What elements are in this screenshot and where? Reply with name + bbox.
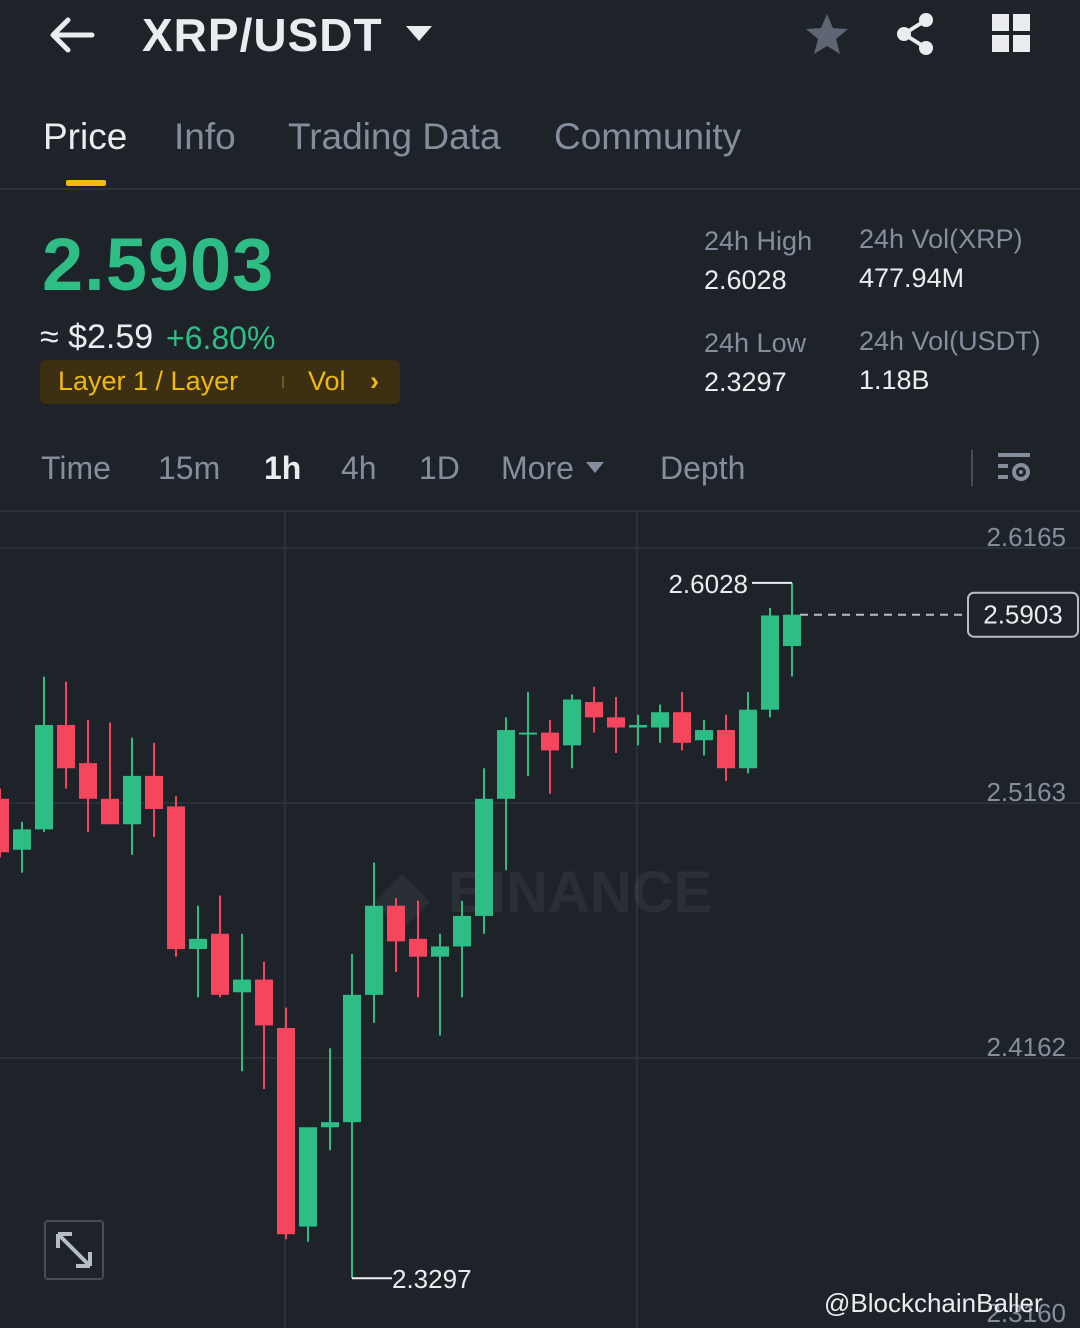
high-value: 2.6028 xyxy=(704,265,787,295)
candle xyxy=(607,717,625,728)
high-label: 24h High xyxy=(704,226,813,256)
interval-1h[interactable]: 1h xyxy=(264,450,301,487)
candle xyxy=(629,724,647,728)
candle xyxy=(409,938,427,957)
tag-vol: Vol xyxy=(308,366,346,396)
candle xyxy=(519,732,537,735)
low-marker-label: 2.3297 xyxy=(392,1264,472,1294)
interval-time[interactable]: Time xyxy=(41,450,111,487)
candle xyxy=(497,730,515,799)
tab-trading-data[interactable]: Trading Data xyxy=(288,116,501,158)
candle xyxy=(739,709,757,769)
low-label: 24h Low xyxy=(704,328,807,358)
candles xyxy=(0,582,801,1279)
interval-more[interactable]: More xyxy=(501,450,574,487)
candle xyxy=(255,979,273,1026)
tab-info[interactable]: Info xyxy=(174,116,236,158)
candle xyxy=(761,615,779,710)
candle xyxy=(541,732,559,751)
chart-settings-icon[interactable] xyxy=(996,450,1032,486)
caret-down-icon[interactable] xyxy=(406,26,432,41)
tag-label: Layer 1 / Layer xyxy=(58,366,239,396)
active-tab-indicator xyxy=(66,180,106,186)
low-value: 2.3297 xyxy=(704,367,787,397)
candle xyxy=(13,829,31,850)
candle xyxy=(35,724,53,830)
candle xyxy=(277,1027,295,1235)
candle xyxy=(453,915,471,947)
watermark-text: @BlockchainBaller xyxy=(824,1288,1043,1318)
vol-quote-label: 24h Vol(USDT) xyxy=(859,326,1041,356)
category-tag[interactable]: Layer 1 / Layer Vol › xyxy=(40,360,400,404)
candle xyxy=(365,905,383,995)
candle xyxy=(145,775,163,809)
interval-15m[interactable]: 15m xyxy=(158,450,220,487)
price-axis: 2.61652.51632.41622.3160 xyxy=(986,522,1066,1328)
y-tick-label: 2.6165 xyxy=(986,522,1066,552)
current-price-label: 2.5903 xyxy=(983,600,1063,630)
caret-down-icon xyxy=(586,462,604,473)
interval-4h[interactable]: 4h xyxy=(341,450,377,487)
interval-bar: Time 15m 1h 4h 1D More Depth xyxy=(0,430,1080,512)
candle xyxy=(475,798,493,916)
tab-community[interactable]: Community xyxy=(554,116,741,158)
vol-base-value: 477.94M xyxy=(859,263,965,293)
candlestick-chart[interactable]: BINANCE 2.6028 2.3297 2.5903 2.6165 2.5163 2… xyxy=(0,512,1080,1328)
y-tick-label: 2.4162 xyxy=(986,1032,1066,1062)
candle xyxy=(0,798,9,853)
candle xyxy=(57,724,75,769)
share-icon[interactable] xyxy=(890,10,940,58)
vol-quote-value: 1.18B xyxy=(859,365,930,395)
candle xyxy=(673,712,691,743)
star-icon[interactable] xyxy=(802,10,852,58)
binance-watermark: BINANCE xyxy=(374,860,712,930)
divider xyxy=(971,450,973,486)
candle xyxy=(585,702,603,718)
tab-price[interactable]: Price xyxy=(43,116,127,158)
candle xyxy=(431,946,449,957)
interval-depth[interactable]: Depth xyxy=(660,450,745,487)
grid-icon[interactable] xyxy=(990,12,1032,54)
top-bar: XRP/USDT xyxy=(0,0,1080,80)
back-arrow-icon[interactable] xyxy=(44,10,104,60)
candle xyxy=(717,730,735,769)
candle xyxy=(651,712,669,728)
last-price: 2.5903 xyxy=(42,223,275,306)
high-marker-label: 2.6028 xyxy=(668,569,748,599)
chevron-right-icon: › xyxy=(370,366,379,396)
y-tick-label: 2.5163 xyxy=(986,777,1066,807)
pair-title[interactable]: XRP/USDT xyxy=(142,8,383,62)
interval-1d[interactable]: 1D xyxy=(419,450,460,487)
candle xyxy=(783,614,801,647)
fiat-price: ≈ $2.59 xyxy=(40,318,154,356)
candle xyxy=(167,806,185,950)
candle xyxy=(563,699,581,746)
candle xyxy=(79,763,97,799)
price-change: +6.80% xyxy=(166,320,276,356)
candle xyxy=(299,1127,317,1227)
candle xyxy=(101,798,119,825)
tab-bar: Price Info Trading Data Community xyxy=(0,100,1080,190)
vol-base-label: 24h Vol(XRP) xyxy=(859,224,1023,254)
candle xyxy=(343,994,361,1123)
candle xyxy=(321,1122,339,1128)
expand-icon xyxy=(56,1232,92,1268)
candle xyxy=(387,905,405,942)
candle xyxy=(211,933,229,995)
expand-chart-button[interactable] xyxy=(44,1220,104,1280)
candle xyxy=(233,979,251,993)
candle xyxy=(695,730,713,741)
candle xyxy=(189,938,207,950)
tag-divider xyxy=(282,376,284,388)
candle xyxy=(123,775,141,825)
